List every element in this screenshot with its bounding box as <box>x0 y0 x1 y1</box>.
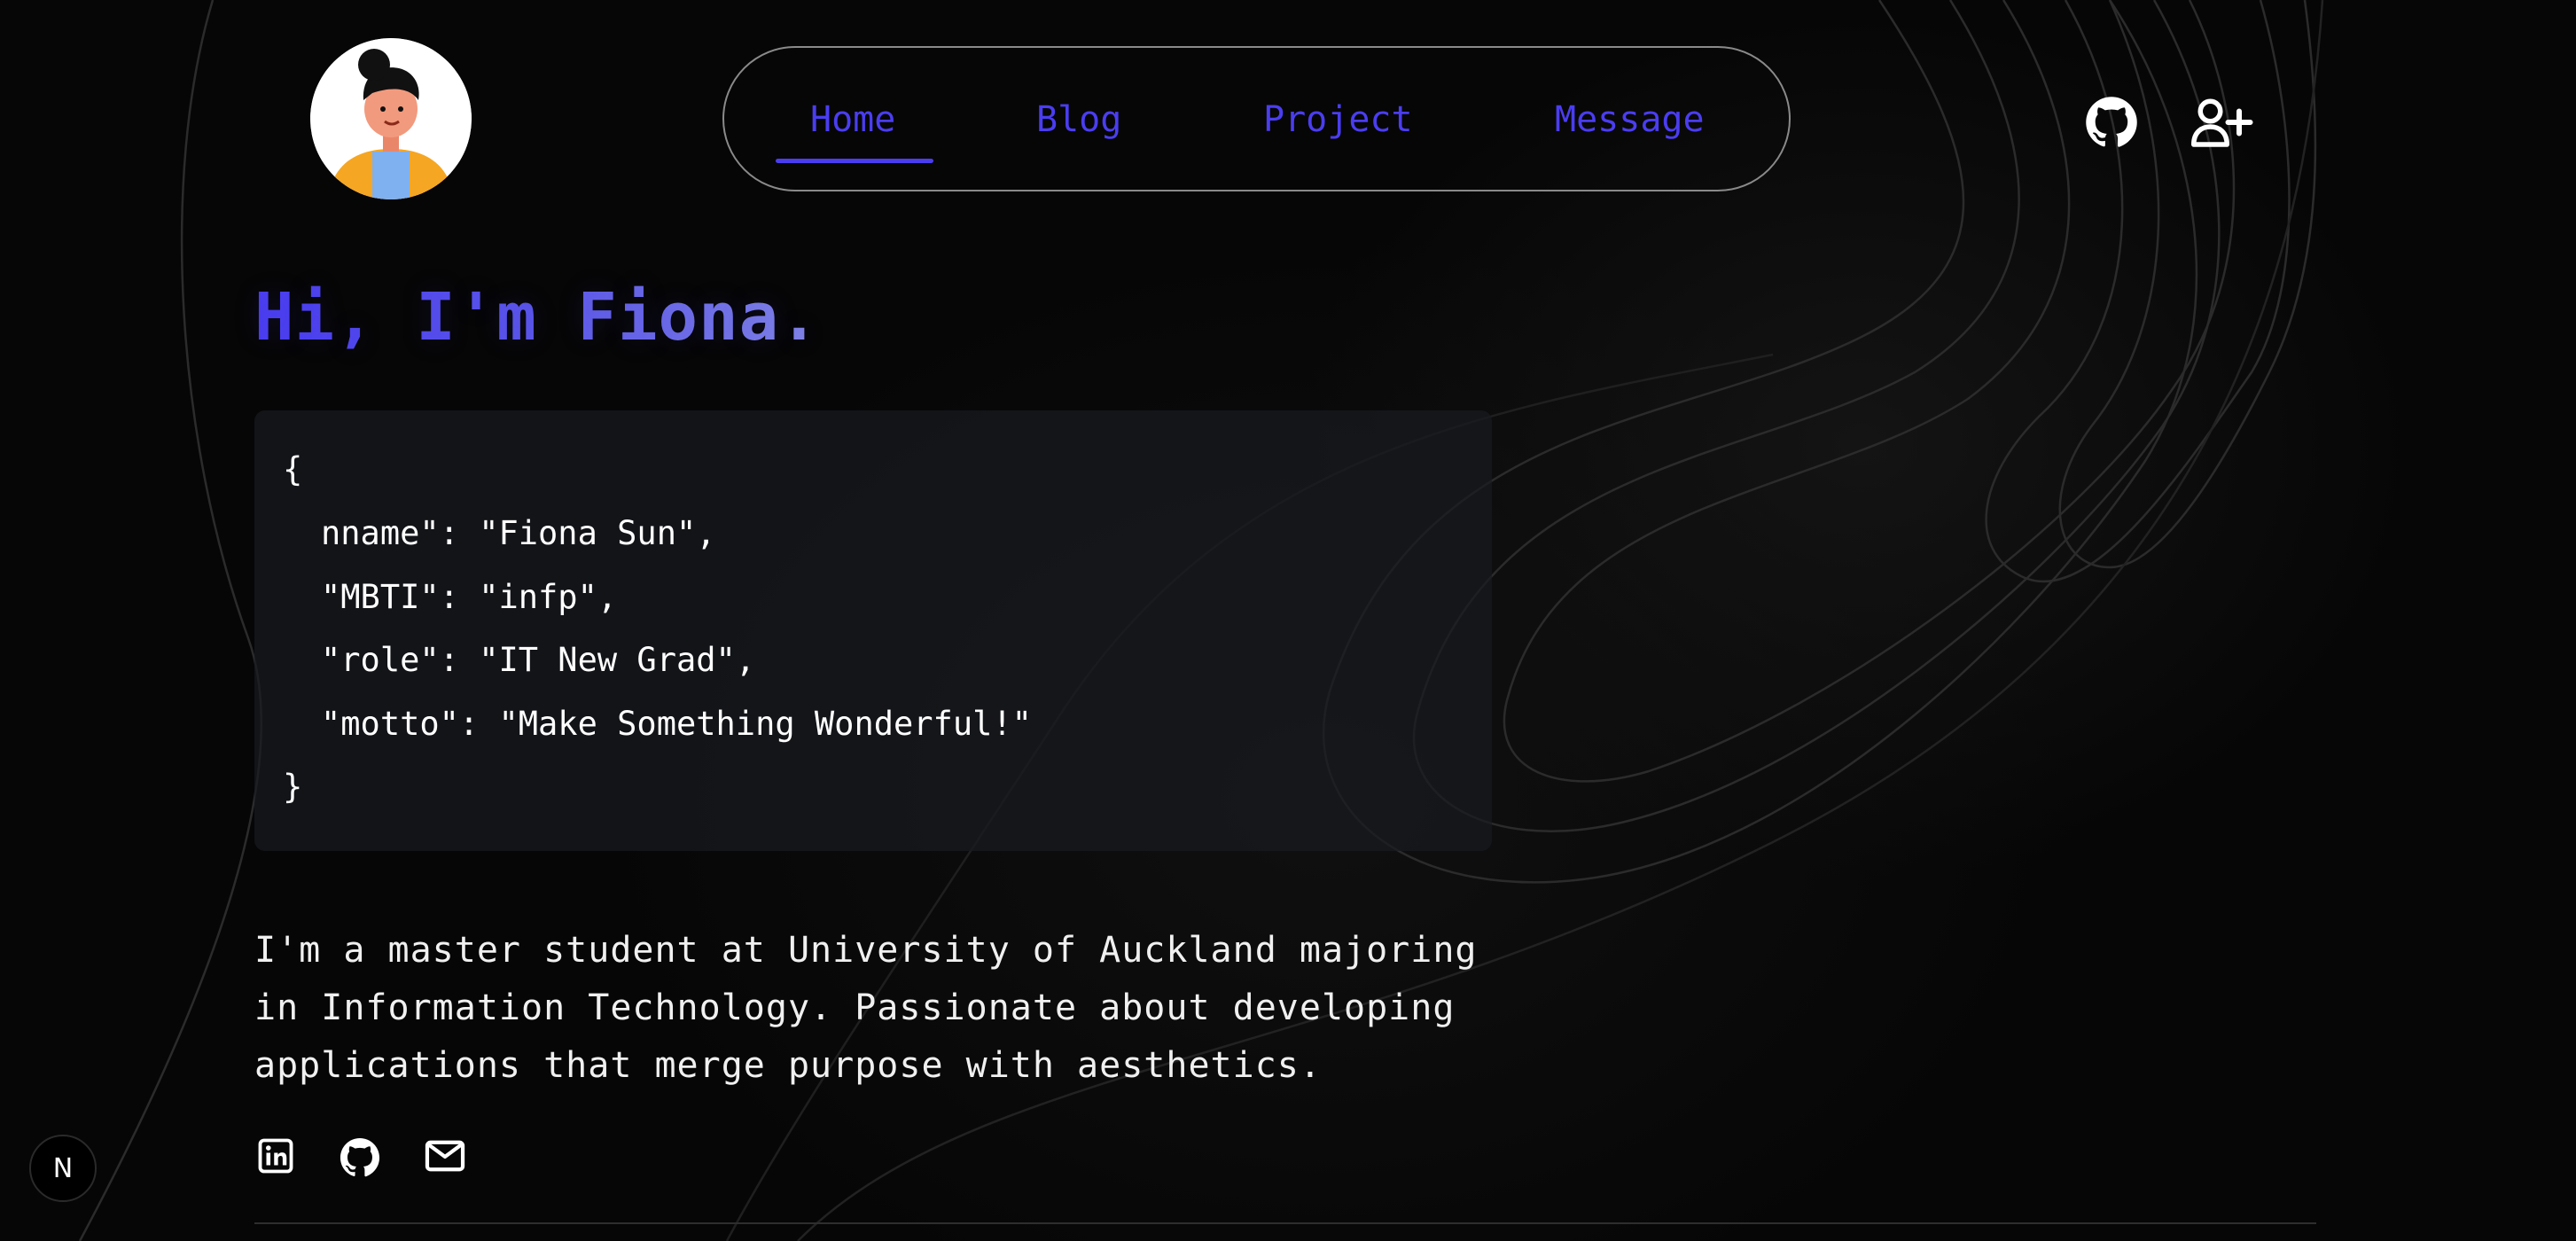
nav-message[interactable]: Message <box>1555 99 1705 140</box>
bio-text: I'm a master student at University of Au… <box>254 930 1478 1086</box>
header-github-link[interactable] <box>2085 96 2138 152</box>
linkedin-icon <box>258 1138 293 1174</box>
code-line-name: nname": "Fiona Sun", <box>321 514 716 552</box>
code-line-role: "role": "IT New Grad", <box>321 641 756 679</box>
email-link[interactable] <box>425 1137 465 1178</box>
user-plus-icon <box>2191 98 2253 147</box>
github-icon <box>2086 97 2137 147</box>
linkedin-link[interactable] <box>257 1137 294 1178</box>
code-line-motto: "motto": "Make Something Wonderful!" <box>321 705 1032 743</box>
dev-tools-badge[interactable]: N <box>29 1135 97 1202</box>
github-icon <box>340 1137 380 1177</box>
github-link[interactable] <box>340 1137 380 1182</box>
nav-active-indicator <box>776 159 933 163</box>
add-contact-button[interactable] <box>2190 96 2253 152</box>
code-line-mbti: "MBTI": "infp", <box>321 578 618 616</box>
code-close-brace: } <box>283 768 303 806</box>
cartoon-avatar-icon <box>310 38 472 199</box>
badge-letter: N <box>52 1152 74 1184</box>
page-title: Hi, I'm Fiona. <box>254 279 820 355</box>
nav-home[interactable]: Home <box>810 99 895 140</box>
main-nav: Home Blog Project Message <box>722 46 1791 191</box>
code-open-brace: { <box>283 450 303 488</box>
mail-icon <box>425 1140 465 1172</box>
nav-blog[interactable]: Blog <box>1036 99 1121 140</box>
nav-project[interactable]: Project <box>1263 99 1413 140</box>
avatar[interactable] <box>310 38 472 199</box>
profile-code-block: { nname": "Fiona Sun", "MBTI": "infp", "… <box>254 410 1492 851</box>
footer-divider <box>254 1222 2316 1224</box>
